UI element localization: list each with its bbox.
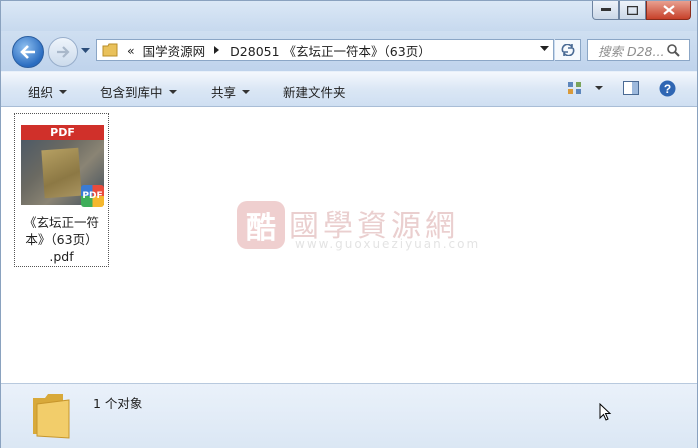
breadcrumb-separator-icon[interactable] [214, 46, 220, 54]
maximize-icon [627, 5, 638, 15]
svg-text:?: ? [664, 82, 671, 96]
mouse-cursor-icon [599, 403, 612, 421]
command-bar: 组织 包含到库中 共享 新建文件夹 ? [1, 71, 697, 107]
refresh-icon [561, 44, 574, 56]
file-item[interactable]: PDF PDF 《玄坛正一符 本》（63页） .pdf [14, 113, 109, 267]
history-marker[interactable]: « [127, 43, 135, 58]
view-grid-icon [568, 82, 581, 94]
folder-large-icon [33, 394, 70, 439]
preview-pane-icon [623, 81, 639, 95]
search-box[interactable]: 搜索 D28... [587, 39, 690, 61]
watermark-logo: 酷 [237, 201, 285, 249]
file-name-line-1: 《玄坛正一符 [23, 215, 99, 230]
include-library-menu[interactable]: 包含到库中 [100, 82, 177, 101]
forward-button[interactable] [48, 37, 78, 67]
chevron-down-icon [168, 89, 177, 94]
help-icon: ? [659, 80, 676, 97]
file-name-line-3: .pdf [49, 249, 74, 264]
minimize-icon [600, 8, 611, 11]
search-placeholder: 搜索 D28... [598, 43, 664, 59]
details-pane: 1 个对象 [1, 383, 697, 448]
breadcrumb-site[interactable]: 国学资源网 [143, 41, 206, 60]
chevron-down-icon [242, 89, 251, 94]
address-dropdown-icon[interactable] [540, 46, 549, 52]
close-button[interactable] [646, 1, 691, 20]
window-controls [592, 1, 691, 20]
pdf-badge-icon: PDF [81, 185, 104, 207]
title-bar [1, 1, 697, 31]
file-name: 《玄坛正一符 本》（63页） .pdf [15, 214, 108, 265]
new-folder-label: 新建文件夹 [283, 85, 346, 100]
share-menu[interactable]: 共享 [211, 82, 251, 101]
share-label: 共享 [211, 85, 237, 100]
address-row: « 国学资源网 D28051 《玄坛正一符本》（63页） 搜索 D28... [1, 31, 697, 71]
chevron-down-icon [59, 89, 68, 94]
minimize-button[interactable] [592, 1, 619, 20]
back-button[interactable] [12, 36, 44, 68]
include-library-label: 包含到库中 [100, 85, 163, 100]
preview-pane-button[interactable] [623, 81, 639, 95]
view-options-button[interactable] [567, 81, 603, 95]
file-list-pane[interactable]: PDF PDF 《玄坛正一符 本》（63页） .pdf 酷 國學資源網 www.… [1, 107, 697, 383]
file-name-line-2: 本》（63页） [25, 232, 98, 247]
help-button[interactable]: ? [659, 80, 676, 97]
organize-menu[interactable]: 组织 [28, 82, 68, 101]
breadcrumb-folder[interactable]: D28051 《玄坛正一符本》（63页） [230, 41, 431, 60]
chevron-down-icon [595, 86, 603, 90]
watermark-url: www.guoxueziyuan.com [295, 237, 481, 251]
close-icon [662, 5, 675, 15]
explorer-window: « 国学资源网 D28051 《玄坛正一符本》（63页） 搜索 D28... 组… [0, 0, 698, 448]
organize-label: 组织 [28, 85, 54, 100]
back-arrow-icon [20, 45, 35, 59]
new-folder-button[interactable]: 新建文件夹 [283, 82, 346, 101]
pdf-thumbnail: PDF PDF [21, 125, 104, 207]
pdf-header-label: PDF [21, 125, 104, 140]
address-bar[interactable]: « 国学资源网 D28051 《玄坛正一符本》（63页） [96, 39, 554, 61]
thumbnail-document-shape [41, 147, 82, 199]
refresh-button[interactable] [555, 39, 581, 61]
forward-arrow-icon [57, 46, 70, 58]
history-dropdown-icon[interactable] [81, 48, 90, 54]
folder-icon [102, 43, 118, 57]
maximize-button[interactable] [619, 1, 646, 20]
search-icon[interactable] [667, 43, 680, 57]
item-count: 1 个对象 [93, 396, 143, 411]
